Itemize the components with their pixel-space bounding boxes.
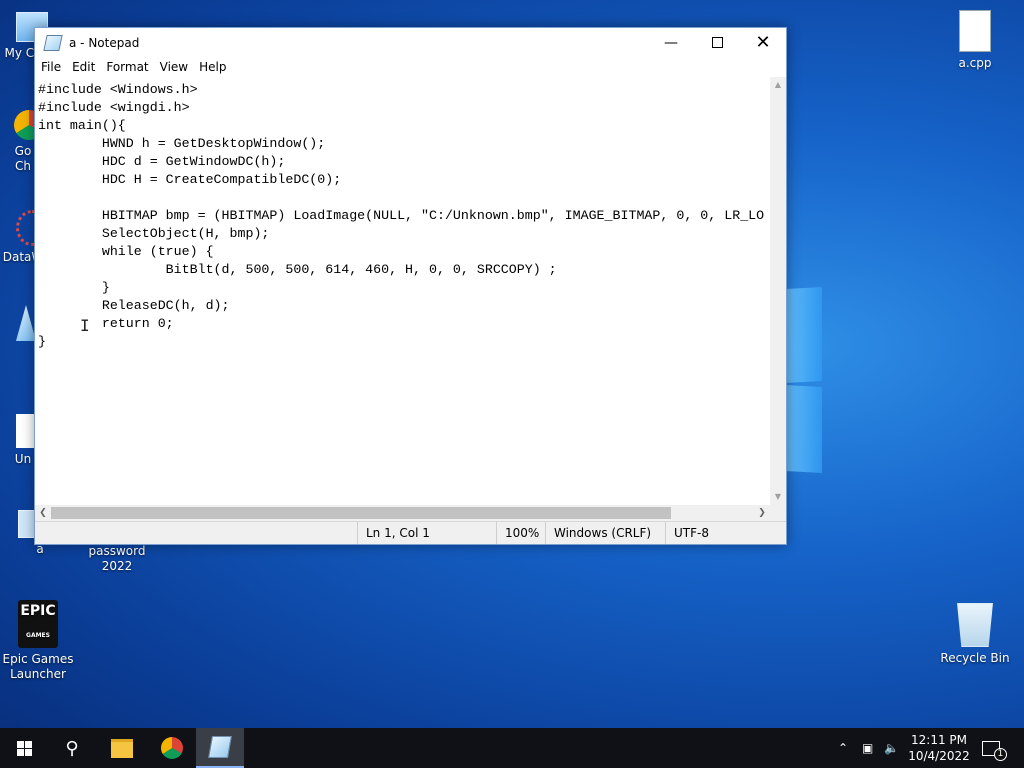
desktop-icon-recycle-bin[interactable]: Recycle Bin — [933, 603, 1017, 666]
chevron-up-icon: ⌃ — [838, 741, 849, 755]
recycle-bin-icon — [957, 603, 993, 647]
menu-edit[interactable]: Edit — [68, 60, 99, 74]
status-bar: Ln 1, Col 1 100% Windows (CRLF) UTF-8 — [35, 521, 786, 544]
document-icon — [959, 10, 991, 52]
menu-help[interactable]: Help — [195, 60, 230, 74]
taskbar-file-explorer[interactable] — [98, 728, 146, 768]
clock[interactable]: 12:11 PM 10/4/2022 — [905, 732, 973, 764]
close-button[interactable]: ✕ — [740, 28, 786, 57]
vertical-scrollbar[interactable]: ▲ ▼ — [770, 77, 786, 505]
action-center-button[interactable]: 1 — [982, 728, 1013, 768]
taskbar-notepad[interactable] — [196, 728, 244, 768]
scroll-down-icon[interactable]: ▼ — [770, 489, 786, 505]
taskbar-chrome[interactable] — [148, 728, 196, 768]
text-editor[interactable]: #include <Windows.h> #include <wingdi.h>… — [35, 77, 770, 505]
editor-content[interactable]: #include <Windows.h> #include <wingdi.h>… — [35, 77, 770, 351]
status-line-ending: Windows (CRLF) — [545, 522, 664, 544]
scroll-right-icon[interactable]: ❯ — [754, 505, 770, 521]
taskbar: ⚲ ⌃ ▣ 🔈 12:11 PM 10/4/2022 1 — [0, 728, 1024, 768]
window-title: a - Notepad — [69, 35, 140, 50]
title-bar[interactable]: a - Notepad — ✕ — [35, 28, 786, 57]
status-encoding: UTF-8 — [665, 522, 784, 544]
chrome-icon — [161, 737, 183, 759]
show-hidden-icons-button[interactable]: ⌃ — [838, 728, 848, 768]
menu-view[interactable]: View — [156, 60, 192, 74]
volume-button[interactable]: 🔈 — [884, 728, 899, 768]
scroll-corner — [770, 505, 786, 521]
notepad-window[interactable]: a - Notepad — ✕ File Edit Format View He… — [34, 27, 787, 545]
scroll-left-icon[interactable]: ❮ — [35, 505, 51, 521]
minimize-button[interactable]: — — [648, 28, 694, 57]
folder-icon — [111, 738, 133, 758]
speaker-icon: 🔈 — [884, 741, 899, 755]
close-icon: ✕ — [755, 32, 771, 53]
notification-badge: 1 — [994, 747, 1007, 761]
epic-games-icon: EPIC GAMES — [18, 600, 58, 648]
wallpaper-logo — [786, 287, 826, 484]
status-position: Ln 1, Col 1 — [357, 522, 494, 544]
minimize-icon: — — [664, 34, 678, 51]
notepad-icon — [208, 736, 232, 758]
horizontal-scrollbar[interactable]: ❮ ❯ — [35, 505, 770, 521]
search-button[interactable]: ⚲ — [48, 728, 96, 768]
notepad-icon — [43, 34, 63, 51]
menu-format[interactable]: Format — [102, 60, 152, 74]
menu-bar: File Edit Format View Help — [35, 57, 786, 77]
windows-icon — [16, 740, 32, 756]
network-icon: ▣ — [862, 741, 874, 755]
search-icon: ⚲ — [65, 737, 79, 759]
desktop-icon-a-cpp[interactable]: a.cpp — [933, 10, 1017, 71]
scroll-up-icon[interactable]: ▲ — [770, 77, 786, 93]
desktop-icon-epic-games-launcher[interactable]: EPIC GAMES Epic Games Launcher — [0, 600, 80, 682]
start-button[interactable] — [0, 728, 48, 768]
clock-date: 10/4/2022 — [908, 749, 970, 763]
text-cursor-icon: I — [80, 316, 90, 335]
network-button[interactable]: ▣ — [862, 728, 873, 768]
clock-time: 12:11 PM — [911, 733, 967, 747]
maximize-button[interactable] — [694, 28, 740, 57]
app-icon — [16, 305, 36, 341]
status-zoom: 100% — [496, 522, 547, 544]
maximize-icon — [711, 37, 723, 48]
menu-file[interactable]: File — [37, 60, 65, 74]
horizontal-scroll-thumb[interactable] — [51, 507, 671, 519]
